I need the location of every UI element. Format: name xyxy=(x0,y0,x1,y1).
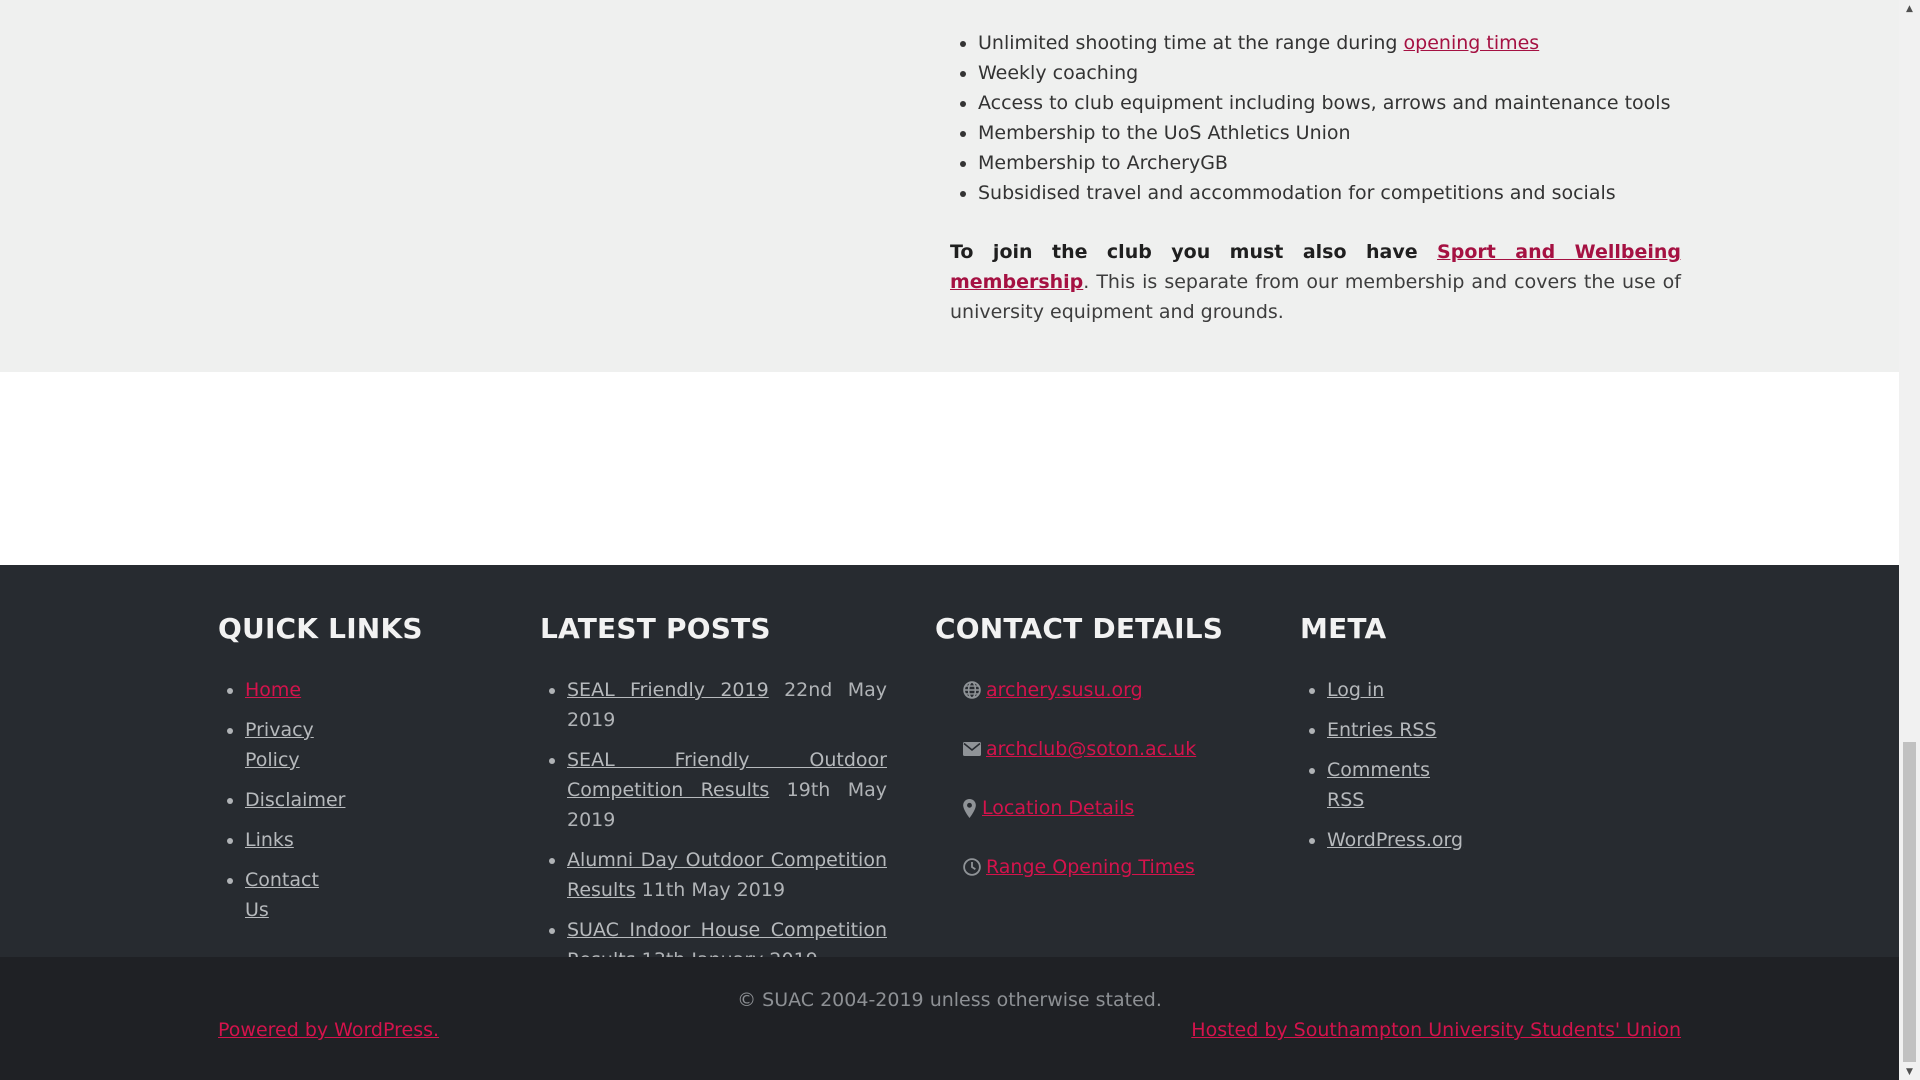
links-link[interactable]: Links xyxy=(245,829,294,851)
list-item: Comments RSS xyxy=(1327,755,1463,815)
contact-item: Range Opening Times xyxy=(962,852,1196,901)
home-link[interactable]: Home xyxy=(245,679,301,701)
log-in-link[interactable]: Log in xyxy=(1327,679,1384,701)
post-date: 11th May 2019 xyxy=(641,879,786,901)
map-pin-icon xyxy=(962,793,977,823)
latest-posts-title: LATEST POSTS xyxy=(540,612,771,645)
contact-us-link[interactable]: Contact Us xyxy=(245,869,319,921)
post-link[interactable]: SEAL Friendly 2019 xyxy=(567,679,769,701)
membership-benefits-section: Unlimited shooting time at the range dur… xyxy=(0,0,1899,372)
disclaimer-link[interactable]: Disclaimer xyxy=(245,789,345,811)
website-link[interactable]: archery.susu.org xyxy=(986,675,1143,705)
list-item: WordPress.org xyxy=(1327,825,1463,855)
privacy-policy-link[interactable]: Privacy Policy xyxy=(245,719,314,771)
globe-icon xyxy=(962,675,981,705)
quick-links-list: Home Privacy Policy Disclaimer Links Con… xyxy=(218,675,345,935)
comments-rss-link[interactable]: Comments RSS xyxy=(1327,759,1430,811)
list-item: Contact Us xyxy=(245,865,345,925)
meta-list: Log in Entries RSS Comments RSS WordPres… xyxy=(1300,675,1463,865)
entries-rss-link[interactable]: Entries RSS xyxy=(1327,719,1437,741)
hosted-by-susu-link[interactable]: Hosted by Southampton University Student… xyxy=(1191,1019,1681,1041)
email-link[interactable]: archclub@soton.ac.uk xyxy=(986,734,1196,764)
latest-posts-list: SEAL Friendly 2019 22nd May 2019 SEAL Fr… xyxy=(540,675,887,985)
contact-details-list: archery.susu.org archclub@soton.ac.uk Lo… xyxy=(935,675,1196,911)
range-opening-times-link[interactable]: Range Opening Times xyxy=(986,852,1195,882)
scrollbar-thumb[interactable] xyxy=(1903,742,1916,1062)
list-item: Weekly coaching xyxy=(978,58,1709,88)
contact-item: Location Details xyxy=(962,793,1196,842)
benefit-text: Unlimited shooting time at the range dur… xyxy=(978,32,1404,54)
list-item: Alumni Day Outdoor Competition Results 1… xyxy=(567,845,887,905)
list-item: Access to club equipment including bows,… xyxy=(978,88,1709,118)
copyright-text: © SUAC 2004-2019 unless otherwise stated… xyxy=(737,989,1162,1011)
clock-icon xyxy=(962,852,981,882)
list-item: Disclaimer xyxy=(245,785,345,815)
scroll-down-arrow-icon[interactable]: ▼ xyxy=(1899,1063,1920,1080)
page: Unlimited shooting time at the range dur… xyxy=(0,0,1899,1080)
join-requirement-bold: To join the club you must also have xyxy=(950,241,1438,263)
join-requirement-paragraph: To join the club you must also have Spor… xyxy=(950,237,1681,327)
scroll-up-arrow-icon[interactable]: ▲ xyxy=(1899,0,1920,17)
list-item: SEAL Friendly Outdoor Competition Result… xyxy=(567,745,887,835)
opening-times-link[interactable]: opening times xyxy=(1404,32,1540,54)
contact-details-title: CONTACT DETAILS xyxy=(935,612,1224,645)
contact-item: archery.susu.org xyxy=(962,675,1196,724)
meta-title: META xyxy=(1300,612,1387,645)
list-item: Unlimited shooting time at the range dur… xyxy=(978,28,1709,58)
quick-links-title: QUICK LINKS xyxy=(218,612,423,645)
list-item: Entries RSS xyxy=(1327,715,1463,745)
contact-item: archclub@soton.ac.uk xyxy=(962,734,1196,783)
spacer-section xyxy=(0,372,1899,565)
envelope-icon xyxy=(962,734,981,764)
powered-by-wordpress-link[interactable]: Powered by WordPress. xyxy=(218,1019,439,1041)
site-info-bar: © SUAC 2004-2019 unless otherwise stated… xyxy=(0,957,1899,1080)
location-details-link[interactable]: Location Details xyxy=(982,793,1134,823)
list-item: Links xyxy=(245,825,345,855)
list-item: Privacy Policy xyxy=(245,715,345,775)
list-item: Membership to the UoS Athletics Union xyxy=(978,118,1709,148)
list-item: SEAL Friendly 2019 22nd May 2019 xyxy=(567,675,887,735)
list-item: Subsidised travel and accommodation for … xyxy=(978,178,1709,208)
benefits-list: Unlimited shooting time at the range dur… xyxy=(950,28,1709,208)
footer-widgets: QUICK LINKS Home Privacy Policy Disclaim… xyxy=(0,565,1899,971)
wordpress-org-link[interactable]: WordPress.org xyxy=(1327,829,1463,851)
list-item: Log in xyxy=(1327,675,1463,705)
list-item: Home xyxy=(245,675,345,705)
vertical-scrollbar[interactable]: ▲ ▼ xyxy=(1899,0,1920,1080)
list-item: Membership to ArcheryGB xyxy=(978,148,1709,178)
